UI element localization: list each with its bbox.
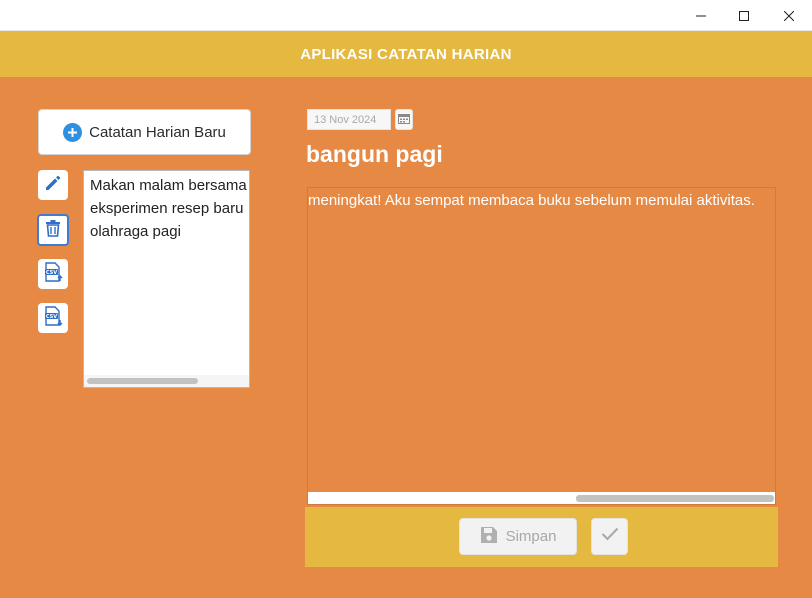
list-item[interactable]: olahraga pagi xyxy=(84,220,249,243)
save-button[interactable]: Simpan xyxy=(459,518,577,555)
note-title: bangun pagi xyxy=(306,141,443,167)
notes-list-scrollbar[interactable] xyxy=(84,375,249,387)
new-note-label: Catatan Harian Baru xyxy=(89,123,226,141)
trash-icon xyxy=(43,218,63,243)
editor-scrollbar[interactable] xyxy=(308,492,775,504)
svg-text:CSV: CSV xyxy=(46,313,57,319)
edit-button[interactable] xyxy=(38,170,68,200)
export-csv-button[interactable]: CSV xyxy=(38,259,68,289)
floppy-disk-icon xyxy=(480,526,498,548)
csv-export-icon: CSV xyxy=(42,261,64,288)
note-content-text[interactable]: meningkat! Aku sempat membaca buku sebel… xyxy=(308,192,755,209)
note-content-editor[interactable]: meningkat! Aku sempat membaca buku sebel… xyxy=(307,187,776,505)
list-item[interactable]: eksperimen resep baru xyxy=(84,197,249,220)
new-note-button[interactable]: Catatan Harian Baru xyxy=(38,109,251,155)
editor-scroll-thumb[interactable] xyxy=(576,495,774,502)
svg-text:CSV: CSV xyxy=(46,269,57,275)
app-header: APLIKASI CATATAN HARIAN xyxy=(0,31,812,77)
calendar-icon xyxy=(398,111,410,129)
save-label: Simpan xyxy=(505,528,557,545)
confirm-button[interactable] xyxy=(591,518,628,555)
close-icon[interactable] xyxy=(766,0,812,31)
maximize-icon[interactable] xyxy=(721,0,767,31)
import-csv-button[interactable]: CSV xyxy=(38,303,68,333)
editor-footer: Simpan xyxy=(305,507,778,567)
csv-import-icon: CSV xyxy=(42,305,64,332)
list-item[interactable]: Makan malam bersama xyxy=(84,174,249,197)
minimize-icon[interactable] xyxy=(678,0,724,31)
delete-button[interactable] xyxy=(37,214,69,246)
date-field[interactable]: 13 Nov 2024 xyxy=(307,109,391,130)
pencil-icon xyxy=(43,173,63,198)
window-titlebar xyxy=(0,0,812,31)
app-title: APLIKASI CATATAN HARIAN xyxy=(300,45,512,63)
notes-list-scroll-thumb[interactable] xyxy=(87,378,198,384)
date-picker-button[interactable] xyxy=(395,109,413,130)
notes-list[interactable]: Makan malam bersama eksperimen resep bar… xyxy=(83,170,250,388)
app-body: APLIKASI CATATAN HARIAN Catatan Harian B… xyxy=(0,31,812,598)
plus-circle-icon xyxy=(63,122,83,142)
checkmark-icon xyxy=(601,527,619,546)
